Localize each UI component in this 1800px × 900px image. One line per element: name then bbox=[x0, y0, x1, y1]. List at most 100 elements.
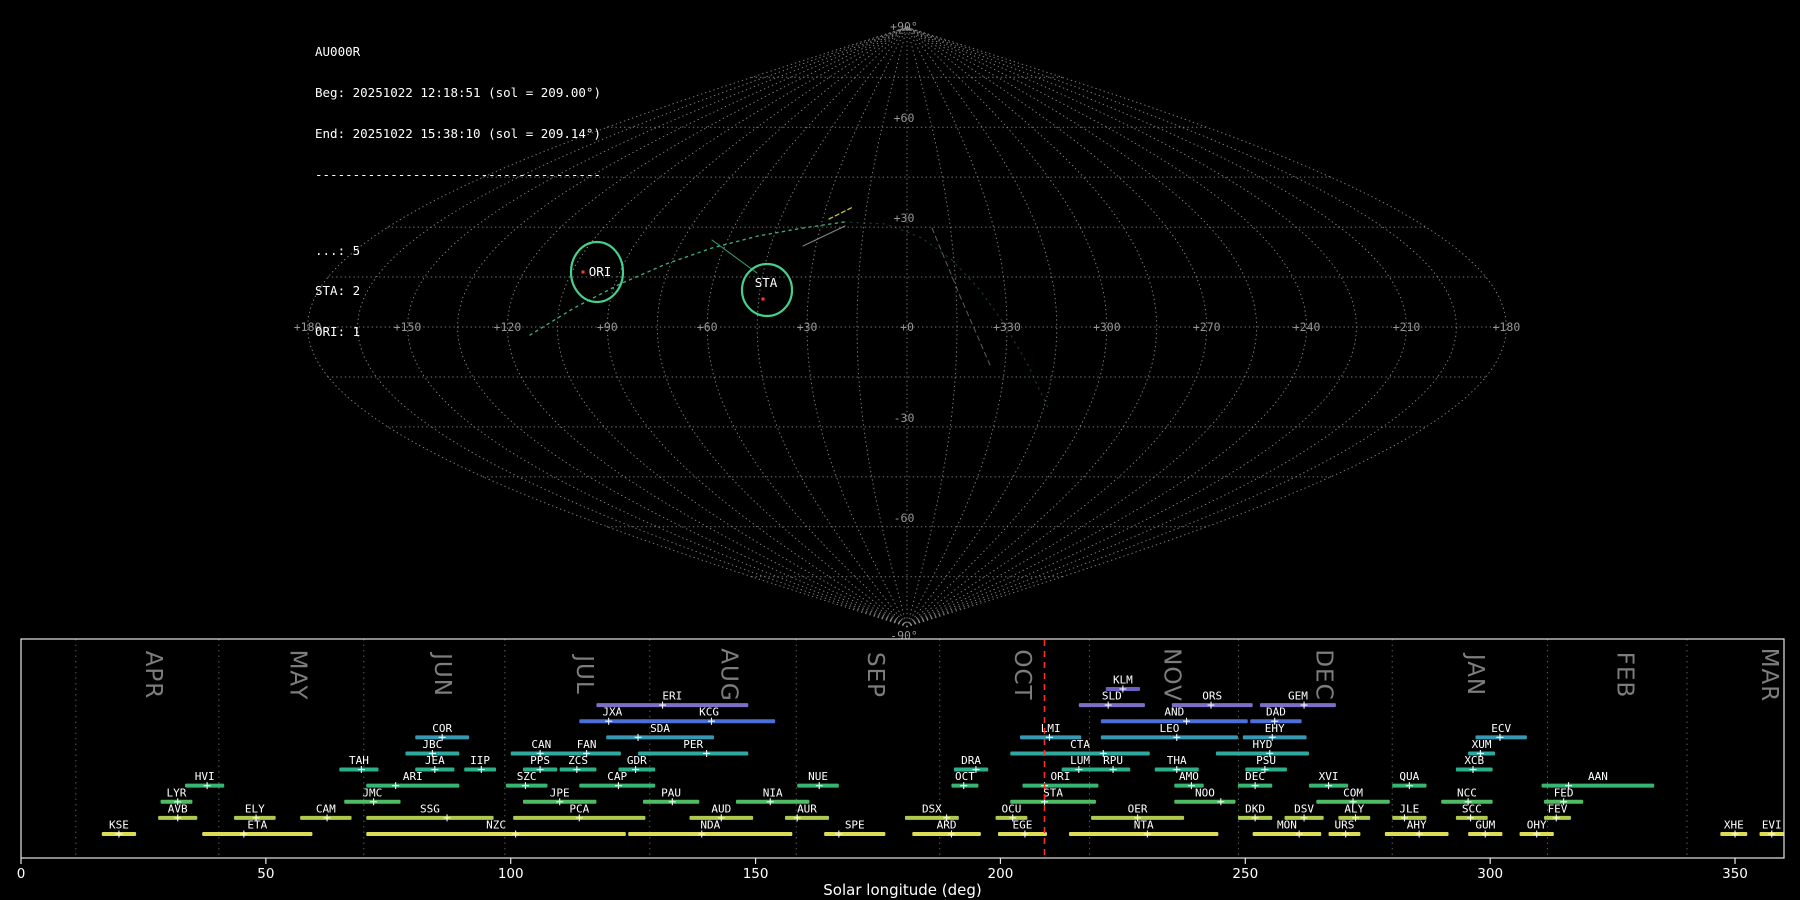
lon-label: +330 bbox=[993, 320, 1021, 334]
shower-label-OCU: OCU bbox=[1002, 802, 1022, 815]
month-label: MAY bbox=[284, 650, 310, 701]
peak-marker-DSV bbox=[1301, 814, 1308, 821]
peak-marker-RPU bbox=[1110, 766, 1117, 773]
peak-marker-KCG bbox=[708, 718, 715, 725]
peak-marker-NOO bbox=[1217, 798, 1224, 805]
shower-label-URS: URS bbox=[1335, 818, 1355, 831]
peak-marker-LMI bbox=[1046, 734, 1053, 741]
lat-label: +60 bbox=[894, 111, 915, 125]
shower-label-THA: THA bbox=[1167, 754, 1187, 767]
month-label: MAR bbox=[1756, 648, 1782, 703]
shower-label-KCG: KCG bbox=[699, 706, 719, 719]
shower-bar-PER bbox=[638, 751, 748, 755]
radiant-activity-plot: +180+150+120+90+60+30+0+330+300+270+240+… bbox=[0, 0, 1800, 900]
shower-label-EVI: EVI bbox=[1762, 818, 1782, 831]
shower-bar-JXA bbox=[579, 719, 645, 723]
shower-label-STA: STA bbox=[1043, 786, 1063, 799]
shower-label-DKD: DKD bbox=[1245, 802, 1265, 815]
shower-label-AUR: AUR bbox=[797, 802, 817, 815]
shower-label-GDR: GDR bbox=[627, 754, 647, 767]
lat-label: -30 bbox=[894, 411, 915, 425]
peak-marker-ECV bbox=[1496, 734, 1503, 741]
shower-label-NIA: NIA bbox=[763, 786, 783, 799]
shower-label-MON: MON bbox=[1277, 818, 1297, 831]
shower-label-AAN: AAN bbox=[1588, 770, 1608, 783]
peak-marker-HVI bbox=[204, 782, 211, 789]
peak-marker-SZC bbox=[522, 782, 529, 789]
peak-marker-SPE bbox=[835, 830, 842, 837]
x-tick-label: 250 bbox=[1232, 866, 1258, 882]
shower-label-SZC: SZC bbox=[517, 770, 537, 783]
peak-marker-QUA bbox=[1406, 782, 1413, 789]
peak-marker-NTA bbox=[1144, 830, 1151, 837]
month-label: AUG bbox=[715, 648, 741, 701]
shower-label-ORI: ORI bbox=[1050, 770, 1070, 783]
peak-marker-SSG bbox=[444, 814, 451, 821]
shower-label-FED: FED bbox=[1554, 786, 1574, 799]
drift-connector bbox=[712, 240, 757, 273]
shower-label-ECV: ECV bbox=[1491, 722, 1511, 735]
shower-bar-SLD bbox=[1079, 703, 1145, 707]
peak-marker-AHY bbox=[1416, 830, 1423, 837]
shower-label-EGE: EGE bbox=[1013, 818, 1033, 831]
shower-bar-NDA bbox=[628, 832, 792, 836]
month-label: DEC bbox=[1310, 649, 1336, 700]
shower-label-XCB: XCB bbox=[1464, 754, 1484, 767]
x-tick-label: 0 bbox=[17, 866, 26, 882]
x-tick-label: 100 bbox=[498, 866, 524, 882]
shower-bar-ARD bbox=[912, 832, 981, 836]
shower-label-FEV: FEV bbox=[1548, 802, 1568, 815]
shower-label-ERI: ERI bbox=[662, 690, 682, 703]
shower-label-NCC: NCC bbox=[1457, 786, 1477, 799]
shower-label-NDA: NDA bbox=[700, 818, 720, 831]
shower-label-HYD: HYD bbox=[1253, 738, 1273, 751]
shower-label-ALY: ALY bbox=[1344, 802, 1364, 815]
peak-marker-FEV bbox=[1553, 814, 1560, 821]
shower-label-AVB: AVB bbox=[168, 802, 188, 815]
shower-label-LMI: LMI bbox=[1041, 722, 1061, 735]
radiant-marker-STA bbox=[762, 298, 765, 301]
shower-label-QUA: QUA bbox=[1399, 770, 1419, 783]
shower-label-LYR: LYR bbox=[167, 786, 187, 799]
shower-label-NUE: NUE bbox=[808, 770, 828, 783]
shower-label-COR: COR bbox=[432, 722, 452, 735]
count-sta: STA: 2 bbox=[315, 284, 601, 298]
shower-label-DSV: DSV bbox=[1294, 802, 1314, 815]
shower-label-XVI: XVI bbox=[1319, 770, 1339, 783]
shower-label-JMC: JMC bbox=[362, 786, 382, 799]
shower-label-CAP: CAP bbox=[607, 770, 627, 783]
shower-label-DAD: DAD bbox=[1266, 706, 1286, 719]
shower-label-AHY: AHY bbox=[1407, 818, 1427, 831]
peak-marker-CAM bbox=[324, 814, 331, 821]
observation-info: AU000R Beg: 20251022 12:18:51 (sol = 209… bbox=[315, 18, 601, 393]
shower-label-JEA: JEA bbox=[425, 754, 445, 767]
month-label: JUL bbox=[571, 653, 597, 694]
peak-marker-JPE bbox=[556, 798, 563, 805]
lon-label: +30 bbox=[797, 320, 818, 334]
shower-label-AMO: AMO bbox=[1179, 770, 1199, 783]
shower-label-NOO: NOO bbox=[1195, 786, 1215, 799]
shower-label-CTA: CTA bbox=[1070, 738, 1090, 751]
shower-label-CAM: CAM bbox=[316, 802, 336, 815]
lon-label: +0 bbox=[900, 320, 914, 334]
shower-label-XUM: XUM bbox=[1472, 738, 1492, 751]
separator: -------------------------------------- bbox=[315, 168, 601, 182]
shower-label-JLE: JLE bbox=[1399, 802, 1419, 815]
peak-marker-ETA bbox=[240, 830, 247, 837]
peak-marker-SLD bbox=[1105, 702, 1112, 709]
shower-label-IIP: IIP bbox=[470, 754, 490, 767]
shower-label-XHE: XHE bbox=[1724, 818, 1744, 831]
shower-label-EHY: EHY bbox=[1265, 722, 1285, 735]
shower-label-CAN: CAN bbox=[531, 738, 551, 751]
station-id: AU000R bbox=[315, 45, 601, 59]
shower-label-PCA: PCA bbox=[569, 802, 589, 815]
shower-label-DRA: DRA bbox=[961, 754, 981, 767]
shower-label-SPE: SPE bbox=[845, 818, 865, 831]
shower-label-GEM: GEM bbox=[1288, 690, 1308, 703]
shower-label-ARD: ARD bbox=[937, 818, 957, 831]
lon-label: +210 bbox=[1393, 320, 1421, 334]
shower-label-PER: PER bbox=[683, 738, 703, 751]
shower-bar-SSG bbox=[366, 816, 493, 820]
peak-marker-OHY bbox=[1533, 830, 1540, 837]
peak-marker-CAP bbox=[615, 782, 622, 789]
